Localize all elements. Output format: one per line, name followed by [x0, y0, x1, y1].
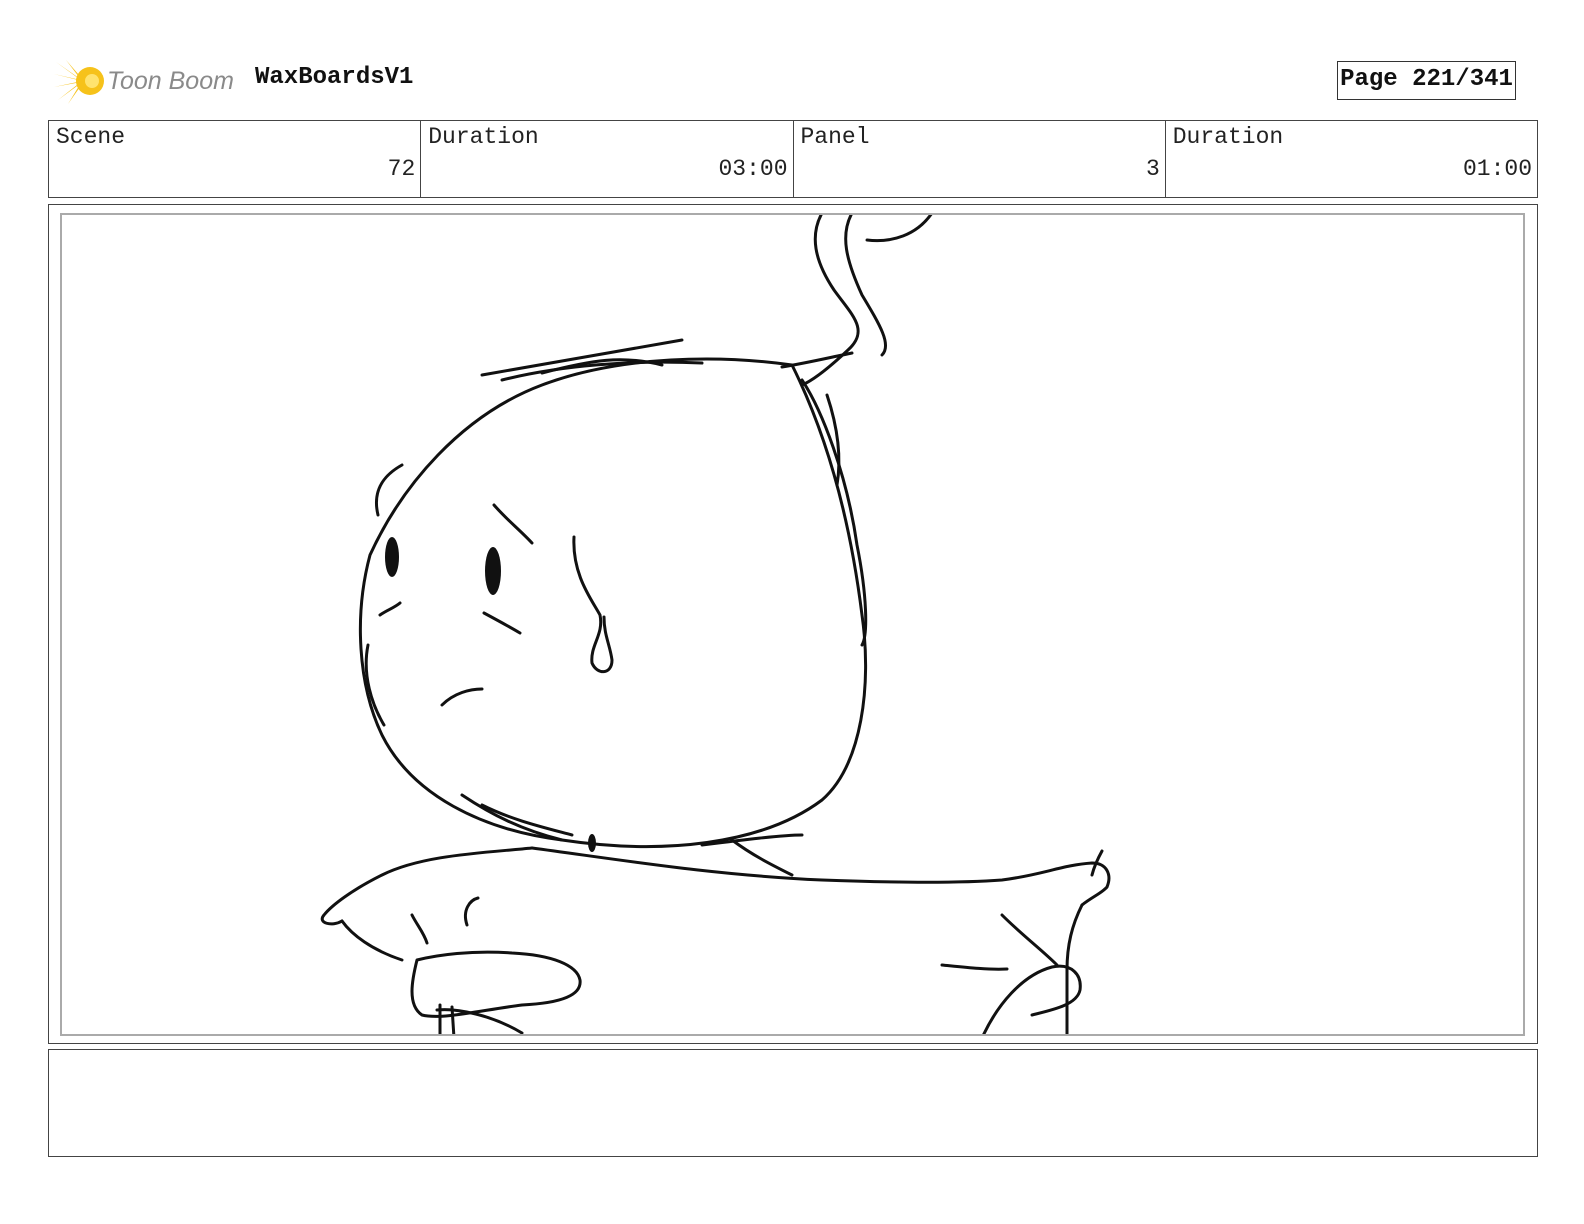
hanging-tail-stroke: [800, 215, 860, 387]
pillow-right-corner: [1065, 903, 1084, 972]
mouth-stroke: [440, 687, 484, 707]
panel-duration-label: Duration: [1172, 124, 1284, 150]
toon-boom-logo: Toon Boom: [52, 56, 252, 106]
right-hand-finger: [1000, 913, 1059, 967]
panel-frame: [48, 204, 1538, 1044]
scene-cell: Scene 72: [49, 121, 422, 197]
scene-duration-cell: Duration 03:00: [421, 121, 794, 197]
scene-label: Scene: [56, 124, 126, 150]
logo-text: Toon Boom: [107, 67, 234, 95]
left-hand-outline: [410, 950, 582, 1018]
neck-stroke: [730, 838, 794, 877]
scene-duration-value: 03:00: [718, 156, 788, 182]
left-cheek-stroke: [364, 643, 386, 727]
storyboard-sketch: [320, 215, 1111, 1034]
starburst-icon: [54, 60, 104, 104]
panel-duration-value: 01:00: [1462, 156, 1532, 182]
pillow-left-corner: [340, 919, 404, 962]
pillow-fold-1: [410, 913, 429, 945]
chin-shadow-mark: [588, 834, 596, 852]
scene-duration-label: Duration: [428, 124, 539, 150]
nose-drop: [572, 535, 614, 674]
panel-notes-box: [48, 1049, 1538, 1157]
left-hand-finger: [435, 1008, 524, 1034]
pillow-fold-2: [463, 896, 480, 927]
right-eye-bag: [482, 611, 522, 635]
hanging-tail-stroke-2: [844, 215, 888, 357]
project-name: WaxBoardsV1: [255, 64, 414, 91]
tail-hook-stroke: [865, 215, 933, 243]
pillow-right-top: [530, 846, 1111, 907]
scene-info-table: Scene 72 Duration 03:00 Panel 3 Duration…: [48, 120, 1538, 198]
head-outline: [358, 357, 868, 848]
page-number: Page 221/341: [1337, 61, 1516, 100]
right-eyebrow: [492, 503, 534, 545]
panel-drawing-area: [60, 213, 1525, 1036]
hair-stroke-1: [480, 338, 684, 377]
storyboard-header: Toon Boom WaxBoardsV1 Page 221/341: [48, 52, 1538, 108]
left-eye-bag: [378, 601, 402, 617]
pillow-fold-3: [940, 963, 1009, 971]
scene-value: 72: [387, 156, 416, 182]
panel-duration-cell: Duration 01:00: [1166, 121, 1537, 197]
pillow-left-top: [320, 846, 534, 926]
panel-cell: Panel 3: [794, 121, 1166, 197]
panel-label: Panel: [800, 124, 870, 150]
left-eye: [385, 537, 399, 577]
left-ear-stroke: [375, 463, 404, 517]
right-eye: [485, 547, 501, 595]
left-wrist-stroke-2: [450, 1005, 456, 1034]
panel-value: 3: [1145, 156, 1160, 182]
